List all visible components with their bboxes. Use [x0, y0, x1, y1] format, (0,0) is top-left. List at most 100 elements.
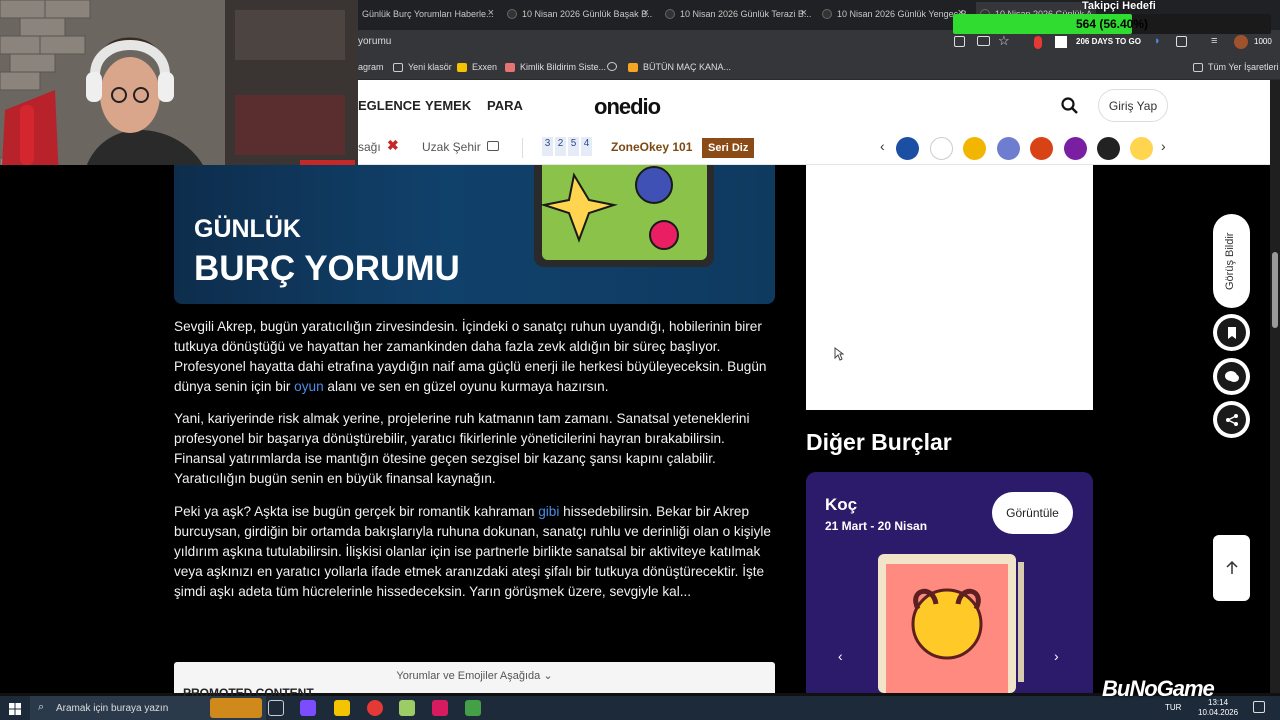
chevron-left-icon[interactable]: ‹ — [880, 138, 885, 154]
sign-dates: 21 Mart - 20 Nisan — [825, 519, 928, 533]
extension-white-icon[interactable] — [1055, 36, 1067, 48]
notification-icon[interactable] — [1253, 701, 1265, 713]
bookmark-item[interactable]: BÜTÜN MAÇ KANA... — [628, 62, 731, 72]
url-field[interactable]: yorumu — [358, 36, 391, 47]
game-logo-icon[interactable] — [1097, 137, 1120, 160]
task-view-icon[interactable] — [268, 700, 284, 716]
tab-label: Günlük Burç Yorumları Haberle... — [362, 9, 494, 19]
feedback-button[interactable]: Görüş Bildir — [1213, 214, 1250, 308]
close-icon[interactable]: × — [488, 7, 494, 19]
bookmark-item[interactable] — [607, 62, 622, 71]
menu-list-icon[interactable]: ≡ — [1211, 35, 1217, 47]
windows-start-icon[interactable] — [9, 702, 21, 715]
site-logo[interactable]: onedio — [594, 94, 661, 120]
exxen-icon — [457, 62, 467, 72]
carousel-prev-icon[interactable]: ‹ — [838, 648, 843, 664]
chevron-right-icon[interactable]: › — [1161, 138, 1166, 154]
browser-tab[interactable]: Günlük Burç Yorumları Haberle... × — [358, 2, 498, 26]
browser-tab[interactable]: 10 Nisan 2026 Günlük Başak B... × — [503, 2, 653, 26]
nav-item-para[interactable]: PARA — [487, 98, 523, 113]
extension-sound-icon[interactable]: ◗ — [1154, 35, 1161, 47]
page-scrollbar[interactable] — [1270, 80, 1280, 693]
star-icon[interactable]: ☆ — [998, 33, 1010, 49]
chrome-icon[interactable] — [367, 700, 383, 716]
inline-link-gibi[interactable]: gibi — [538, 504, 559, 519]
number-tile: 3 — [542, 137, 553, 156]
game-logo-icon[interactable] — [997, 137, 1020, 160]
scrollbar-thumb[interactable] — [1272, 252, 1278, 328]
browser-tab[interactable]: 10 Nisan 2026 Günlük Terazi B... × — [661, 2, 811, 26]
language-indicator[interactable]: TUR — [1165, 703, 1181, 712]
globe-icon — [607, 62, 617, 71]
search-icon[interactable] — [1061, 97, 1079, 115]
tarot-card-illustration — [534, 165, 714, 267]
bookmark-item[interactable]: Kimlik Bildirim Siste... — [505, 62, 606, 72]
jp-icon — [628, 62, 638, 72]
clock-date: 10.04.2026 — [1198, 708, 1239, 717]
inline-link-oyun[interactable]: oyun — [294, 379, 323, 394]
share-button[interactable] — [1213, 401, 1250, 438]
lens-icon[interactable] — [954, 36, 965, 47]
carousel-next-icon[interactable]: › — [1054, 648, 1059, 664]
game-logo-icon[interactable] — [896, 137, 919, 160]
game-logo-icon[interactable] — [1130, 137, 1153, 160]
bookmark-label: Exxen — [472, 62, 498, 72]
extension-days-counter[interactable]: 206 DAYS TO GO — [1076, 37, 1141, 46]
close-icon[interactable]: × — [643, 7, 649, 19]
bookmark-item[interactable]: agram — [358, 62, 384, 72]
number-tiles[interactable]: 3 2 5 4 — [542, 137, 592, 156]
nav-item-eglence[interactable]: EGLENCE — [358, 98, 421, 113]
seri-diz-link[interactable]: Seri Diz — [702, 138, 755, 158]
all-bookmarks[interactable]: Tüm Yer İşaretleri — [1193, 62, 1279, 72]
tab-label: 10 Nisan 2026 Günlük Terazi B... — [680, 9, 811, 19]
login-button[interactable]: Giriş Yap — [1098, 89, 1168, 122]
game-logo-icon[interactable] — [930, 137, 953, 160]
search-highlight-icon — [210, 698, 262, 718]
sign-card-koc[interactable]: Koç 21 Mart - 20 Nisan Görüntüle ‹ › — [806, 472, 1093, 693]
file-explorer-icon[interactable] — [334, 700, 350, 716]
view-button-label: Görüntüle — [1006, 506, 1059, 520]
game-logo-icon[interactable] — [963, 137, 986, 160]
close-icon[interactable]: × — [801, 7, 807, 19]
install-icon[interactable] — [977, 36, 990, 46]
arrow-up-icon — [1225, 560, 1238, 574]
tv-icon — [487, 141, 499, 151]
folder-icon — [1193, 62, 1203, 72]
chat-icon — [1217, 362, 1246, 391]
app-icon[interactable] — [465, 700, 481, 716]
extension-red-icon[interactable] — [1034, 36, 1042, 49]
comments-label: Yorumlar ve Emojiler Aşağıda — [396, 670, 541, 682]
article-paragraph: Sevgili Akrep, bugün yaratıcılığın zirve… — [174, 317, 778, 397]
view-button[interactable]: Görüntüle — [992, 492, 1073, 534]
hero-title-line2: BURÇ YORUMU — [194, 249, 460, 288]
scroll-to-top-button[interactable] — [1213, 535, 1250, 601]
comments-button[interactable] — [1213, 358, 1250, 395]
comments-teaser: Yorumlar ve Emojiler Aşağıda ⌄ PROMOTED … — [174, 662, 775, 700]
zoneokey-link[interactable]: ZoneOkey 101 — [611, 140, 692, 154]
games-bar: sağı ✖ Uzak Şehir 3 2 5 4 ZoneOkey 101 S… — [358, 132, 1270, 165]
folder-icon — [393, 62, 403, 72]
game-logo-icon[interactable] — [1030, 137, 1053, 160]
edevlet-icon — [505, 62, 515, 72]
comments-jump-link[interactable]: Yorumlar ve Emojiler Aşağıda ⌄ — [174, 669, 775, 682]
bookmark-button[interactable] — [1213, 314, 1250, 351]
notepad-icon[interactable] — [399, 700, 415, 716]
extensions-puzzle-icon[interactable] — [1176, 36, 1187, 47]
screen: { "browser": { "tabs": [ {"label": "Günl… — [0, 0, 1280, 720]
browser-tab[interactable]: 10 Nisan 2026 Günlük Yengeç B... × — [818, 2, 968, 26]
profile-avatar[interactable] — [1234, 35, 1248, 49]
number-tile: 4 — [581, 137, 592, 156]
games-bar-item[interactable]: sağı — [358, 140, 381, 154]
bookmark-item[interactable]: Exxen — [457, 62, 497, 72]
nav-item-yemek[interactable]: YEMEK — [425, 98, 471, 113]
bookmark-icon — [1217, 318, 1246, 347]
bookmark-folder[interactable]: Yeni klasör — [393, 62, 452, 72]
taskbar-search[interactable]: ⌕ Aramak için buraya yazın — [30, 696, 266, 720]
obs-icon[interactable] — [432, 700, 448, 716]
game-logo-icon[interactable] — [1064, 137, 1087, 160]
aries-card-illustration — [878, 554, 1024, 693]
extension-counter[interactable]: 1000 — [1254, 37, 1272, 46]
divider — [522, 138, 523, 158]
games-bar-item[interactable]: Uzak Şehir — [422, 140, 481, 154]
copilot-icon[interactable] — [300, 700, 316, 716]
